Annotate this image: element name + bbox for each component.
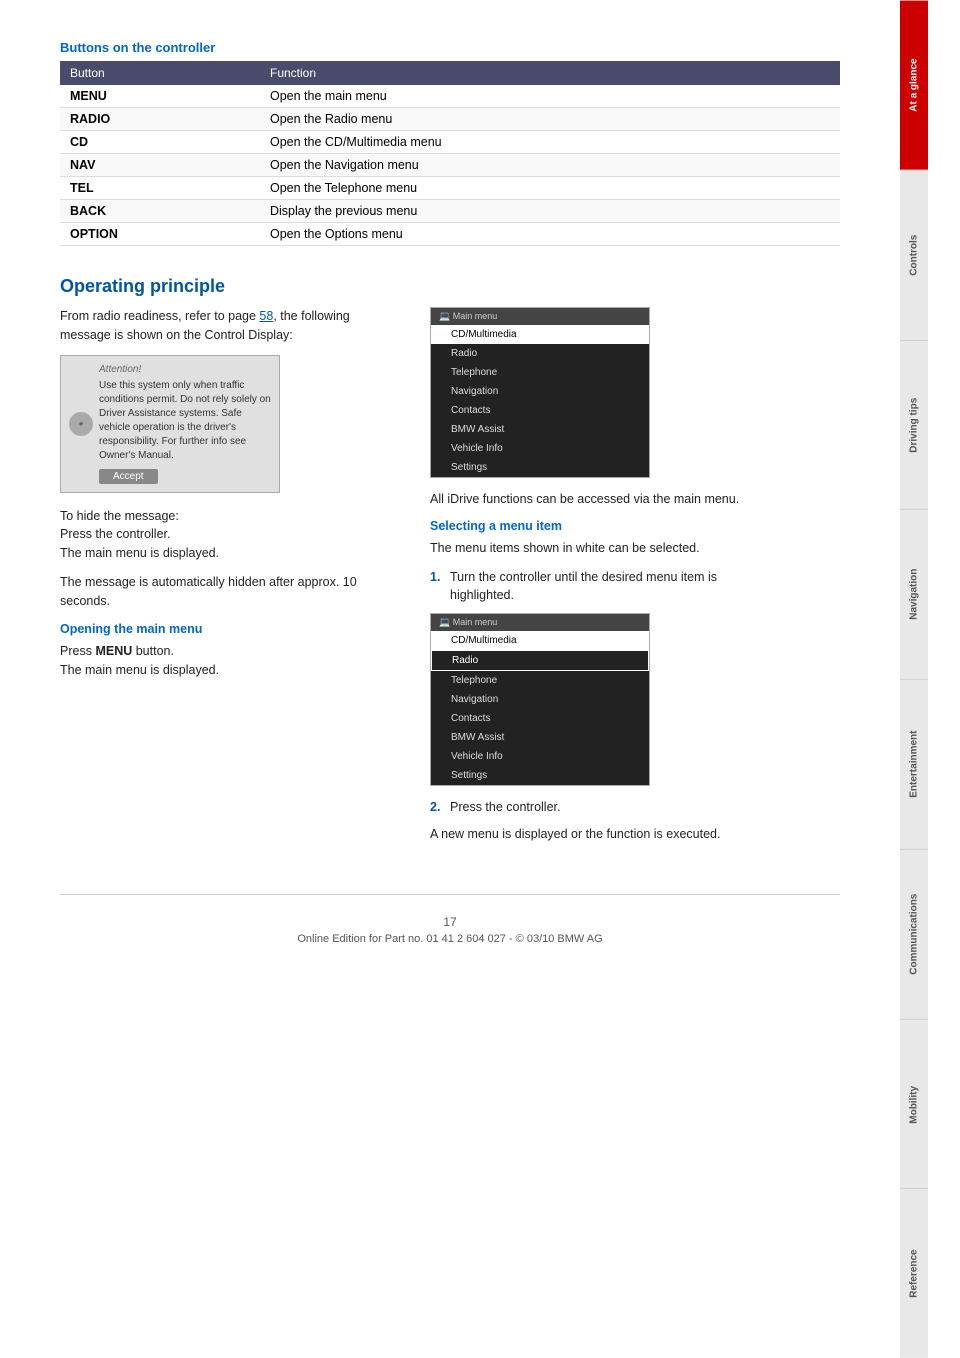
menu-item: Vehicle Info	[431, 439, 649, 458]
hide-message-text: To hide the message:Press the controller…	[60, 507, 400, 563]
buttons-section-title: Buttons on the controller	[60, 40, 840, 55]
menu-item: Radio	[431, 650, 649, 671]
button-cell: CD	[60, 131, 260, 154]
table-row: OPTIONOpen the Options menu	[60, 223, 840, 246]
menu-item: CD/Multimedia	[431, 325, 649, 344]
menu-item: Telephone	[431, 671, 649, 690]
table-row: RADIOOpen the Radio menu	[60, 108, 840, 131]
step-2-text: Press the controller.	[450, 798, 560, 817]
operating-principle-heading: Operating principle	[60, 276, 840, 297]
menu-item: Contacts	[431, 709, 649, 728]
col-header-function: Function	[260, 61, 840, 85]
steps-list: 1. Turn the controller until the desired…	[430, 568, 770, 606]
auto-hidden-text: The message is automatically hidden afte…	[60, 573, 400, 611]
menu-item: Telephone	[431, 363, 649, 382]
attention-screenshot: ● Attention! Use this system only when t…	[60, 355, 280, 493]
menu-item: Contacts	[431, 401, 649, 420]
table-row: CDOpen the CD/Multimedia menu	[60, 131, 840, 154]
button-cell: BACK	[60, 200, 260, 223]
function-cell: Open the Navigation menu	[260, 154, 840, 177]
menu-item: Vehicle Info	[431, 747, 649, 766]
controller-icon: ●	[69, 412, 93, 436]
menu-item: Navigation	[431, 382, 649, 401]
left-column: From radio readiness, refer to page 58, …	[60, 307, 400, 854]
table-row: NAVOpen the Navigation menu	[60, 154, 840, 177]
selecting-menu-item-heading: Selecting a menu item	[430, 519, 770, 533]
tab-navigation[interactable]: Navigation	[900, 509, 928, 679]
main-content: Buttons on the controller Button Functio…	[0, 0, 900, 1358]
menu-header-1: 💻 Main menu	[431, 308, 649, 325]
right-column: 💻 Main menu CD/MultimediaRadioTelephoneN…	[430, 307, 770, 854]
buttons-table: Button Function MENUOpen the main menuRA…	[60, 61, 840, 246]
steps-list-2: 2. Press the controller.	[430, 798, 770, 817]
menu-header-2: 💻 Main menu	[431, 614, 649, 631]
buttons-section: Buttons on the controller Button Functio…	[60, 40, 840, 246]
main-menu-screenshot-2: 💻 Main menu CD/MultimediaRadioTelephoneN…	[430, 613, 650, 786]
button-cell: NAV	[60, 154, 260, 177]
main-menu-screenshot-1: 💻 Main menu CD/MultimediaRadioTelephoneN…	[430, 307, 650, 478]
tab-mobility[interactable]: Mobility	[900, 1019, 928, 1189]
function-cell: Open the Telephone menu	[260, 177, 840, 200]
tab-reference[interactable]: Reference	[900, 1188, 928, 1358]
accept-button: Accept	[99, 469, 158, 484]
two-col-layout: From radio readiness, refer to page 58, …	[60, 307, 840, 854]
step-1: 1. Turn the controller until the desired…	[430, 568, 770, 606]
page-number: 17	[60, 915, 840, 929]
button-cell: RADIO	[60, 108, 260, 131]
side-tabs: At a glance Controls Driving tips Naviga…	[900, 0, 928, 1358]
col-header-button: Button	[60, 61, 260, 85]
page-wrapper: Buttons on the controller Button Functio…	[0, 0, 960, 1358]
step-2-num: 2.	[430, 798, 444, 817]
intro-text: From radio readiness, refer to page 58, …	[60, 307, 400, 345]
tab-communications[interactable]: Communications	[900, 849, 928, 1019]
step2-after-text: A new menu is displayed or the function …	[430, 825, 770, 844]
operating-principle-section: Operating principle From radio readiness…	[60, 276, 840, 854]
button-cell: TEL	[60, 177, 260, 200]
function-cell: Open the Radio menu	[260, 108, 840, 131]
function-cell: Display the previous menu	[260, 200, 840, 223]
function-cell: Open the Options menu	[260, 223, 840, 246]
attention-body: Use this system only when traffic condit…	[99, 379, 271, 463]
table-row: BACKDisplay the previous menu	[60, 200, 840, 223]
selecting-intro: The menu items shown in white can be sel…	[430, 539, 770, 558]
function-cell: Open the CD/Multimedia menu	[260, 131, 840, 154]
button-cell: MENU	[60, 85, 260, 108]
menu-item: BMW Assist	[431, 728, 649, 747]
menu-item: CD/Multimedia	[431, 631, 649, 650]
step-2: 2. Press the controller.	[430, 798, 770, 817]
table-row: TELOpen the Telephone menu	[60, 177, 840, 200]
tab-driving-tips[interactable]: Driving tips	[900, 340, 928, 510]
all-idrive-text: All iDrive functions can be accessed via…	[430, 490, 770, 509]
menu-item: BMW Assist	[431, 420, 649, 439]
footer-text: Online Edition for Part no. 01 41 2 604 …	[60, 933, 840, 945]
step-1-text: Turn the controller until the desired me…	[450, 568, 770, 606]
attention-header: Attention!	[99, 364, 271, 375]
menu-item: Radio	[431, 344, 649, 363]
menu-item: Settings	[431, 766, 649, 785]
attention-inner: Attention! Use this system only when tra…	[99, 364, 271, 484]
table-row: MENUOpen the main menu	[60, 85, 840, 108]
page-footer: 17 Online Edition for Part no. 01 41 2 6…	[60, 894, 840, 955]
press-menu-text: Press MENU button.The main menu is displ…	[60, 642, 400, 680]
menu-item: Navigation	[431, 690, 649, 709]
button-cell: OPTION	[60, 223, 260, 246]
menu-item: Settings	[431, 458, 649, 477]
opening-main-menu-heading: Opening the main menu	[60, 622, 400, 636]
tab-entertainment[interactable]: Entertainment	[900, 679, 928, 849]
tab-at-a-glance[interactable]: At a glance	[900, 0, 928, 170]
function-cell: Open the main menu	[260, 85, 840, 108]
step-1-num: 1.	[430, 568, 444, 606]
tab-controls[interactable]: Controls	[900, 170, 928, 340]
